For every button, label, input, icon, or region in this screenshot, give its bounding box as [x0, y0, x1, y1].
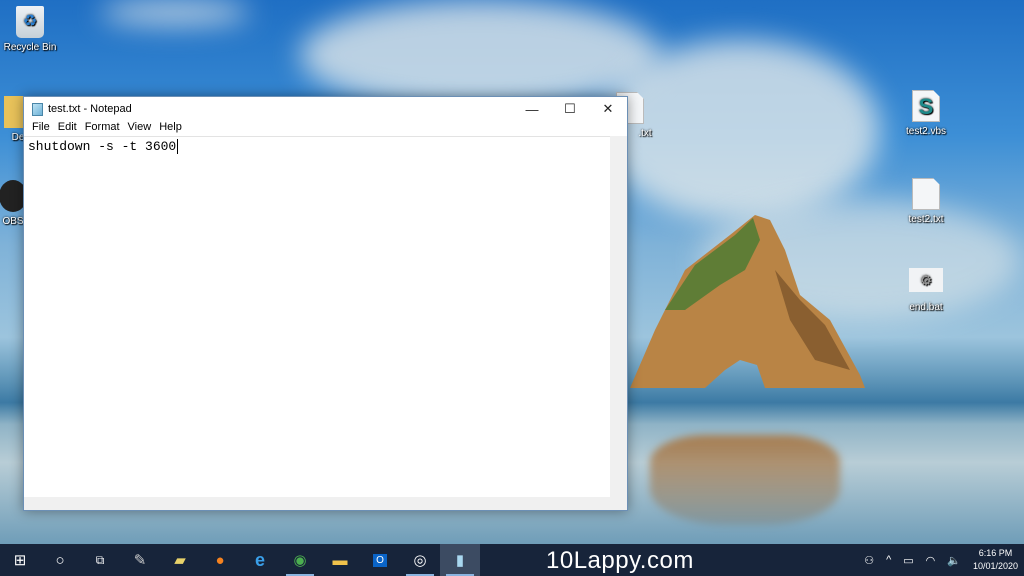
clock-time: 6:16 PM	[978, 548, 1013, 558]
taskbar-obs[interactable]: ◎	[400, 544, 440, 576]
window-title: test.txt - Notepad	[48, 103, 132, 115]
desktop-icon-test2-txt[interactable]: test2.txt	[891, 178, 961, 225]
people-icon[interactable]: ⚇	[864, 554, 874, 567]
taskbar-sticky[interactable]: ▰	[160, 544, 200, 576]
obs-icon: ◎	[413, 552, 427, 569]
menu-edit[interactable]: Edit	[54, 121, 81, 136]
clock-date: 10/01/2020	[972, 561, 1018, 571]
vertical-scrollbar[interactable]	[610, 136, 627, 497]
text-file-icon	[912, 178, 940, 210]
cortana-icon: ○	[55, 551, 65, 569]
menu-file[interactable]: File	[28, 121, 54, 136]
show-hidden-icons-chevron-icon[interactable]: ^	[886, 554, 891, 566]
taskbar-app[interactable]: ✎	[120, 544, 160, 576]
battery-icon[interactable]: ▭	[903, 554, 913, 567]
maximize-button[interactable]: ☐	[551, 97, 589, 121]
wifi-icon[interactable]: ◠	[926, 554, 936, 567]
taskbar-file-explorer[interactable]: ▬	[320, 544, 360, 576]
folder-icon: ▬	[332, 551, 348, 569]
chrome-icon: ◉	[293, 552, 307, 569]
horizontal-scrollbar[interactable]	[24, 497, 627, 510]
taskbar-chrome[interactable]: ◉	[280, 544, 320, 576]
menu-view[interactable]: View	[124, 121, 156, 136]
system-tray: ⚇ ^ ▭ ◠ 🔈 6:16 PM 10/01/2020	[858, 544, 1024, 576]
menu-help[interactable]: Help	[155, 121, 186, 136]
taskbar-firefox[interactable]: ●	[200, 544, 240, 576]
desktop-icon-recycle-bin[interactable]: ♻ Recycle Bin	[0, 6, 65, 53]
desktop-icon-end-bat[interactable]: ⚙ end.bat	[891, 268, 961, 313]
close-button[interactable]: ✕	[589, 97, 627, 121]
clock[interactable]: 6:16 PM 10/01/2020	[973, 547, 1018, 573]
notepad-icon: ▮	[455, 552, 465, 569]
windows-icon: ⊞	[13, 552, 27, 569]
desktop-icon-test2-vbs[interactable]: S test2.vbs	[891, 90, 961, 137]
outlook-icon: O	[373, 553, 387, 567]
notepad-icon	[32, 102, 43, 116]
watermark-brand: 10Lappy.com	[546, 547, 694, 574]
search-button[interactable]: ○	[40, 544, 80, 576]
water-reflection	[650, 435, 840, 525]
firefox-icon: ●	[215, 551, 225, 569]
menu-bar: File Edit Format View Help	[24, 121, 627, 136]
volume-icon[interactable]: 🔈	[947, 554, 961, 567]
taskbar-edge[interactable]: e	[240, 544, 280, 576]
menu-format[interactable]: Format	[81, 121, 124, 136]
app-icon: ✎	[133, 552, 147, 569]
rock-arch-image	[630, 215, 865, 388]
text-editor[interactable]: shutdown -s -t 3600	[24, 136, 610, 497]
notepad-window: test.txt - Notepad — ☐ ✕ File Edit Forma…	[23, 96, 628, 511]
minimize-button[interactable]: —	[513, 97, 551, 121]
start-button[interactable]: ⊞	[0, 544, 40, 576]
taskbar-outlook[interactable]: O	[360, 544, 400, 576]
task-view-button[interactable]: ⧉	[80, 544, 120, 576]
text-cursor	[177, 139, 179, 154]
edge-icon: e	[254, 549, 265, 570]
recycle-bin-icon: ♻	[16, 6, 44, 38]
editor-content: shutdown -s -t 3600	[28, 139, 177, 154]
taskbar-notepad[interactable]: ▮	[440, 544, 480, 576]
vbs-script-icon: S	[912, 90, 940, 122]
note-icon: ▰	[174, 552, 186, 569]
task-view-icon: ⧉	[95, 552, 105, 567]
batch-file-icon: ⚙	[909, 268, 943, 292]
